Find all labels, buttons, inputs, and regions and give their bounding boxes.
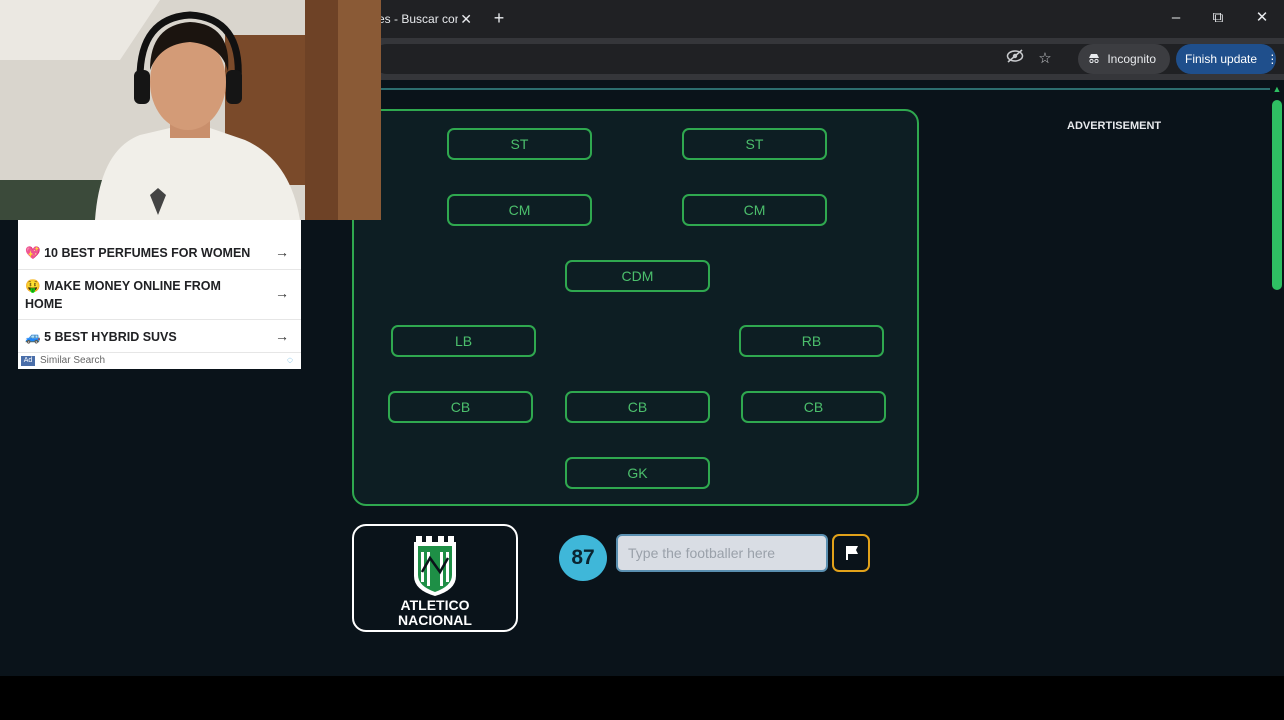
arrow-right-icon: → [275, 285, 289, 301]
formation-pitch: ST ST CM CM CDM LB RB CB CB CB GK [352, 109, 919, 506]
letterbox-bar [0, 676, 1284, 720]
position-slot-cm[interactable]: CM [682, 194, 827, 226]
ad-item[interactable]: 💖 10 BEST PERFUMES FOR WOMEN → [18, 236, 301, 270]
arrow-right-icon: → [275, 244, 289, 260]
club-crest-icon [414, 536, 456, 596]
score-badge: 87 [559, 535, 607, 581]
finish-update-button[interactable]: Finish update ⋮ [1176, 44, 1279, 74]
ad-item-label: 🚙 5 BEST HYBRID SUVS [25, 330, 177, 344]
finish-update-label: Finish update [1185, 52, 1258, 66]
club-name: ATLETICO NACIONAL [354, 598, 516, 628]
position-slot-rb[interactable]: RB [739, 325, 884, 357]
window-close-button[interactable]: ✕ [1242, 6, 1282, 30]
position-slot-cb[interactable]: CB [388, 391, 533, 423]
browser-tab[interactable]: es - Buscar con ✕ [372, 4, 482, 38]
page-divider [380, 88, 1270, 90]
position-slot-cb[interactable]: CB [741, 391, 886, 423]
ad-item[interactable]: 🤑 MAKE MONEY ONLINE FROM HOME → [18, 270, 301, 320]
eye-off-icon[interactable]: ◌ [287, 353, 293, 369]
restore-button[interactable]: ⧉ [1198, 6, 1238, 30]
new-tab-button[interactable]: + [488, 6, 510, 30]
club-name-line2: NACIONAL [398, 612, 472, 628]
scrollbar-thumb[interactable] [1272, 100, 1282, 290]
tab-title: es - Buscar con [378, 12, 458, 26]
position-slot-cm[interactable]: CM [447, 194, 592, 226]
star-icon[interactable]: ☆ [1034, 48, 1056, 70]
eye-off-icon[interactable] [1004, 48, 1026, 70]
ad-item-label: 🤑 MAKE MONEY ONLINE FROM HOME [25, 279, 221, 311]
kebab-menu-icon: ⋮ [1266, 52, 1279, 66]
ad-item[interactable]: 🚙 5 BEST HYBRID SUVS → [18, 320, 301, 353]
advertisement-label: ADVERTISEMENT [1067, 120, 1162, 132]
flag-icon [846, 546, 858, 560]
minimize-button[interactable]: – [1156, 6, 1196, 30]
similar-search-ad-panel: 💖 10 BEST PERFUMES FOR WOMEN → 🤑 MAKE MO… [18, 220, 301, 369]
position-slot-lb[interactable]: LB [391, 325, 536, 357]
club-name-line1: ATLETICO [400, 597, 470, 613]
screen: es - Buscar con ✕ + – ⧉ ✕ ☆ Incognito Fi… [0, 0, 1284, 720]
tab-close-icon[interactable]: ✕ [460, 4, 472, 34]
ad-item-label: 💖 10 BEST PERFUMES FOR WOMEN [25, 246, 251, 260]
club-card: ATLETICO NACIONAL [352, 524, 518, 632]
position-slot-st[interactable]: ST [682, 128, 827, 160]
give-up-flag-button[interactable] [832, 534, 870, 572]
position-slot-gk[interactable]: GK [565, 457, 710, 489]
incognito-icon [1088, 44, 1104, 74]
ad-footer: Ad Similar Search ◌ [18, 353, 301, 369]
ad-footer-label: Similar Search [40, 355, 106, 366]
footballer-guess-input[interactable] [616, 534, 828, 572]
scroll-up-icon[interactable]: ▲ [1272, 82, 1282, 96]
incognito-badge[interactable]: Incognito [1078, 44, 1170, 74]
page-scrollbar[interactable]: ▲ [1270, 80, 1284, 676]
incognito-label: Incognito [1107, 52, 1157, 66]
position-slot-cdm[interactable]: CDM [565, 260, 710, 292]
position-slot-st[interactable]: ST [447, 128, 592, 160]
webcam-overlay [0, 0, 381, 220]
position-slot-cb[interactable]: CB [565, 391, 710, 423]
arrow-right-icon: → [275, 328, 289, 344]
ad-badge: Ad [21, 356, 35, 366]
